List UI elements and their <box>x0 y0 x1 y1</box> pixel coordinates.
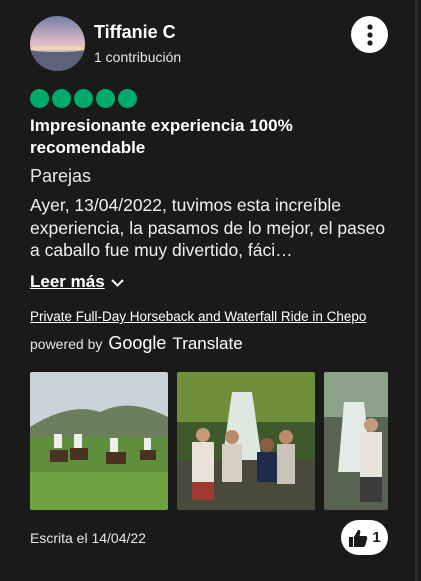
more-options-button[interactable] <box>351 16 388 53</box>
chevron-down-icon <box>110 279 124 287</box>
translate-label: Translate <box>172 334 243 353</box>
thumbs-up-icon <box>349 529 368 547</box>
written-date: Escrita el 14/04/22 <box>30 530 146 546</box>
review-text: Ayer, 13/04/2022, tuvimos esta increíble… <box>30 195 386 260</box>
review-photo-waterfall-group[interactable] <box>177 372 315 510</box>
rating-bubble <box>74 89 93 108</box>
google-logo-text: Google <box>108 333 167 353</box>
product-link[interactable]: Private Full-Day Horseback and Waterfall… <box>30 309 366 324</box>
powered-by-label: powered by <box>30 336 103 352</box>
read-more-button[interactable]: Leer más <box>30 272 124 292</box>
rating-bubble <box>52 89 71 108</box>
more-vertical-icon <box>366 23 373 46</box>
helpful-vote-button[interactable]: 1 <box>341 520 388 555</box>
rating-bubbles <box>30 89 137 108</box>
review-card: Tiffanie C 1 contribución Impresionante … <box>0 0 418 581</box>
avatar[interactable] <box>30 16 85 71</box>
review-photo-waterfall[interactable] <box>324 372 388 510</box>
powered-by-google-translate: powered by Google Translate <box>30 333 243 354</box>
rating-bubble <box>118 89 137 108</box>
rating-bubble <box>96 89 115 108</box>
review-photo-horses[interactable] <box>30 372 168 510</box>
read-more-label: Leer más <box>30 272 105 291</box>
contribution-count: 1 contribución <box>94 49 182 65</box>
photo-carousel[interactable] <box>30 372 388 510</box>
trip-type: Parejas <box>30 166 92 186</box>
rating-bubble <box>30 89 49 108</box>
helpful-count: 1 <box>372 529 381 546</box>
author-name[interactable]: Tiffanie C <box>94 22 176 43</box>
review-title: Impresionante experiencia 100% recomenda… <box>30 116 293 157</box>
